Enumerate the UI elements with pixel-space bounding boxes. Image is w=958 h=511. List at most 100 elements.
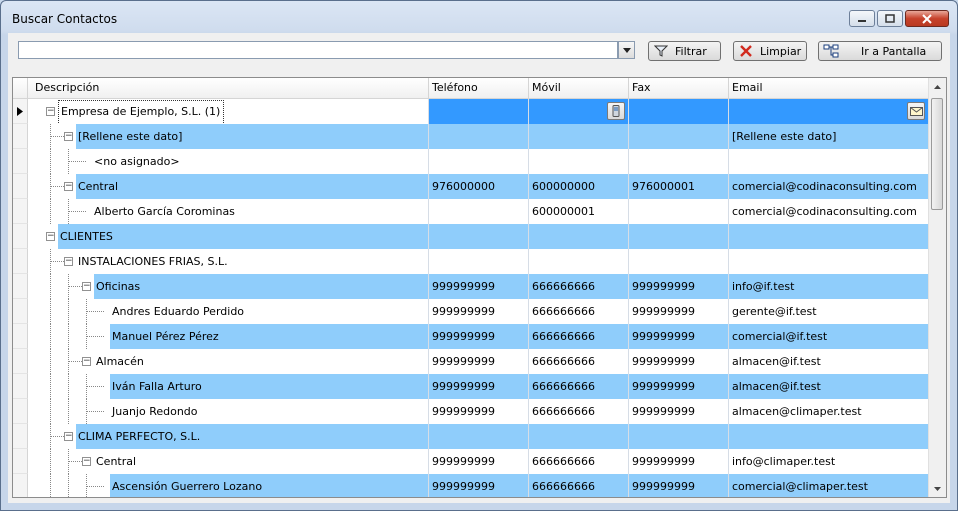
email-cell[interactable] xyxy=(729,224,929,249)
row-indicator[interactable] xyxy=(13,249,28,274)
email-cell[interactable]: [Rellene este dato] xyxy=(729,124,929,149)
mobile-cell[interactable] xyxy=(529,149,629,174)
fax-cell[interactable]: 999999999 xyxy=(629,449,729,474)
collapse-node-icon[interactable]: − xyxy=(64,132,73,141)
minimize-button[interactable] xyxy=(849,10,875,27)
mobile-cell[interactable]: 666666666 xyxy=(529,349,629,374)
row-indicator[interactable] xyxy=(13,99,28,124)
fax-cell[interactable] xyxy=(629,124,729,149)
phone-cell[interactable] xyxy=(429,249,529,274)
row-indicator[interactable] xyxy=(13,449,28,474)
phone-cell[interactable]: 999999999 xyxy=(429,299,529,324)
search-combo-dropdown-button[interactable] xyxy=(618,41,635,59)
phone-cell[interactable]: 999999999 xyxy=(429,324,529,349)
contacts-tree-grid[interactable]: Descripción Teléfono Móvil Fax Email − Em… xyxy=(12,77,947,498)
row-indicator[interactable] xyxy=(13,374,28,399)
email-cell[interactable]: almacen@climaper.test xyxy=(729,399,929,424)
row-indicator[interactable] xyxy=(13,149,28,174)
email-cell[interactable] xyxy=(729,424,929,449)
maximize-button[interactable] xyxy=(877,10,903,27)
phone-cell[interactable]: 976000000 xyxy=(429,174,529,199)
row-indicator[interactable] xyxy=(13,399,28,424)
mobile-cell[interactable]: 666666666 xyxy=(529,274,629,299)
table-row[interactable]: − [Rellene este dato] [Rellene este dato] xyxy=(13,124,929,149)
fax-cell[interactable] xyxy=(629,249,729,274)
fax-cell[interactable]: 999999999 xyxy=(629,324,729,349)
fax-cell[interactable]: 999999999 xyxy=(629,399,729,424)
email-cell[interactable] xyxy=(729,249,929,274)
close-button[interactable] xyxy=(905,10,949,27)
description-cell[interactable]: − Empresa de Ejemplo, S.L. (1) xyxy=(28,99,429,124)
phone-cell[interactable] xyxy=(429,199,529,224)
description-cell[interactable]: − Central xyxy=(28,449,429,474)
row-indicator[interactable] xyxy=(13,474,28,497)
email-cell[interactable]: comercial@codinaconsulting.com xyxy=(729,199,929,224)
phone-cell[interactable]: 999999999 xyxy=(429,374,529,399)
scrollbar-thumb[interactable] xyxy=(931,98,943,210)
email-cell[interactable]: comercial@codinaconsulting.com xyxy=(729,174,929,199)
table-row[interactable]: − Oficinas 999999999 666666666 999999999 info… xyxy=(13,274,929,299)
clear-button[interactable]: Limpiar xyxy=(733,41,807,61)
email-cell[interactable]: info@climaper.test xyxy=(729,449,929,474)
table-row[interactable]: Andres Eduardo Perdido 999999999 666666666… xyxy=(13,299,929,324)
phone-cell[interactable]: 999999999 xyxy=(429,399,529,424)
fax-cell[interactable]: 999999999 xyxy=(629,374,729,399)
phone-cell[interactable]: 999999999 xyxy=(429,349,529,374)
collapse-node-icon[interactable]: − xyxy=(64,432,73,441)
table-row[interactable]: − Central 976000000 600000000 976000001 comer… xyxy=(13,174,929,199)
column-header-description[interactable]: Descripción xyxy=(28,78,429,98)
row-indicator[interactable] xyxy=(13,124,28,149)
phone-cell[interactable] xyxy=(429,99,529,124)
table-row[interactable]: − Central 999999999 666666666 999999999 info@… xyxy=(13,449,929,474)
title-bar[interactable]: Buscar Contactos xyxy=(1,1,957,33)
description-cell[interactable]: Juanjo Redondo xyxy=(28,399,429,424)
mobile-cell[interactable]: 666666666 xyxy=(529,449,629,474)
mobile-cell[interactable]: 666666666 xyxy=(529,399,629,424)
fax-cell[interactable] xyxy=(629,224,729,249)
table-row[interactable]: − Empresa de Ejemplo, S.L. (1) xyxy=(13,99,929,124)
phone-cell[interactable]: 999999999 xyxy=(429,274,529,299)
filter-button[interactable]: Filtrar xyxy=(648,41,721,61)
description-cell[interactable]: Iván Falla Arturo xyxy=(28,374,429,399)
envelope-icon[interactable] xyxy=(907,102,925,120)
table-row[interactable]: Juanjo Redondo 999999999 666666666 99999999… xyxy=(13,399,929,424)
phone-cell[interactable] xyxy=(429,224,529,249)
column-header-fax[interactable]: Fax xyxy=(629,78,729,98)
mobile-cell[interactable] xyxy=(529,224,629,249)
vertical-scrollbar[interactable] xyxy=(928,78,946,497)
phone-cell[interactable] xyxy=(429,149,529,174)
row-indicator[interactable] xyxy=(13,349,28,374)
table-row[interactable]: <no asignado> xyxy=(13,149,929,174)
row-indicator[interactable] xyxy=(13,224,28,249)
description-cell[interactable]: Alberto García Corominas xyxy=(28,199,429,224)
description-cell[interactable]: − Oficinas xyxy=(28,274,429,299)
description-cell[interactable]: − [Rellene este dato] xyxy=(28,124,429,149)
description-cell[interactable]: Ascensión Guerrero Lozano xyxy=(28,474,429,497)
mobile-cell[interactable]: 666666666 xyxy=(529,374,629,399)
fax-cell[interactable]: 976000001 xyxy=(629,174,729,199)
description-cell[interactable]: − Central xyxy=(28,174,429,199)
row-indicator[interactable] xyxy=(13,324,28,349)
mobile-cell[interactable]: 600000000 xyxy=(529,174,629,199)
mobile-cell[interactable]: 600000001 xyxy=(529,199,629,224)
phone-cell[interactable]: 999999999 xyxy=(429,449,529,474)
email-cell[interactable] xyxy=(729,99,929,124)
collapse-node-icon[interactable]: − xyxy=(46,232,55,241)
scroll-up-button[interactable] xyxy=(929,78,946,95)
email-cell[interactable]: info@if.test xyxy=(729,274,929,299)
row-indicator[interactable] xyxy=(13,199,28,224)
fax-cell[interactable]: 999999999 xyxy=(629,474,729,497)
column-header-mobile[interactable]: Móvil xyxy=(529,78,629,98)
fax-cell[interactable] xyxy=(629,424,729,449)
collapse-node-icon[interactable]: − xyxy=(46,107,55,116)
description-cell[interactable]: − Almacén xyxy=(28,349,429,374)
search-combo-input[interactable] xyxy=(18,41,618,59)
description-cell[interactable]: − INSTALACIONES FRIAS, S.L. xyxy=(28,249,429,274)
table-row[interactable]: − Almacén 999999999 666666666 999999999 almac… xyxy=(13,349,929,374)
table-row[interactable]: Iván Falla Arturo 999999999 666666666 99999… xyxy=(13,374,929,399)
mobile-cell[interactable]: 666666666 xyxy=(529,474,629,497)
email-cell[interactable]: gerente@if.test xyxy=(729,299,929,324)
row-indicator[interactable] xyxy=(13,174,28,199)
row-indicator[interactable] xyxy=(13,299,28,324)
mobile-cell[interactable] xyxy=(529,124,629,149)
